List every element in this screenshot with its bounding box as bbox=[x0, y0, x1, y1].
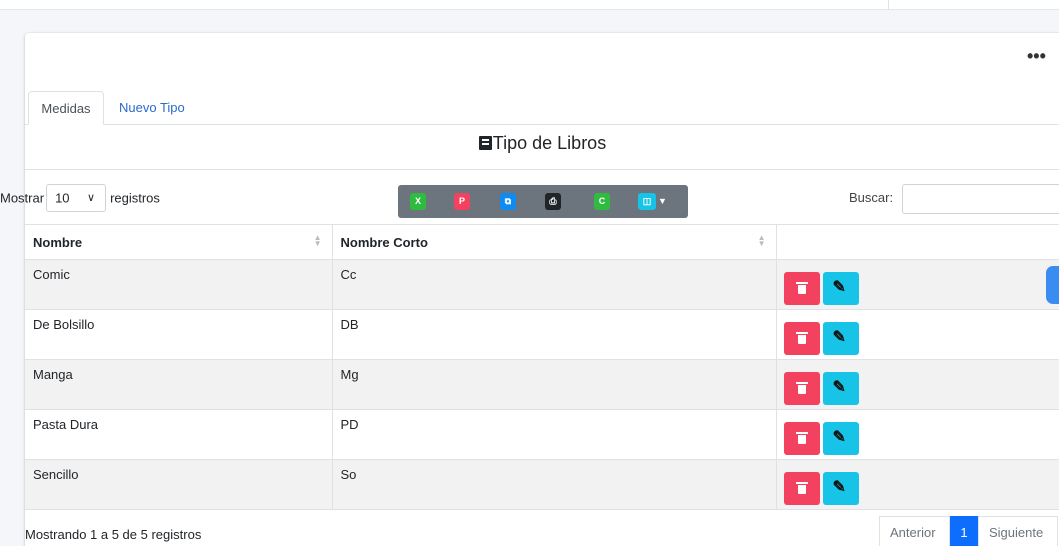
divider bbox=[25, 169, 1059, 170]
search-input[interactable] bbox=[902, 184, 1059, 214]
cell-nombre: De Bolsillo bbox=[25, 309, 332, 360]
trash-icon bbox=[795, 382, 808, 394]
top-navbar bbox=[0, 0, 1059, 10]
delete-button[interactable] bbox=[783, 422, 820, 455]
cell-nombre-corto: Mg bbox=[331, 359, 776, 410]
edit-button[interactable]: ✎ bbox=[822, 322, 859, 355]
floating-settings-tab[interactable] bbox=[1046, 266, 1059, 304]
excel-icon[interactable]: X bbox=[410, 193, 426, 210]
delete-button[interactable] bbox=[783, 372, 820, 405]
table-header-row: Nombre ▲ ▼ Nombre Corto ▲ ▼ bbox=[25, 224, 1059, 260]
print-icon[interactable]: ⎙ bbox=[545, 193, 561, 210]
column-header-nombre[interactable]: Nombre ▲ ▼ bbox=[25, 224, 332, 260]
chevron-down-icon: ∨ bbox=[87, 192, 96, 204]
navbar-divider bbox=[888, 0, 889, 10]
pagination-next[interactable]: Siguiente bbox=[978, 516, 1058, 546]
delete-button[interactable] bbox=[783, 272, 820, 305]
tab-bar: Medidas Nuevo Tipo bbox=[25, 91, 1059, 125]
cell-nombre-corto: PD bbox=[331, 409, 776, 460]
trash-icon bbox=[795, 282, 808, 294]
cell-nombre: Manga bbox=[25, 359, 332, 410]
trash-icon bbox=[795, 432, 808, 444]
tab-medidas[interactable]: Medidas bbox=[28, 91, 104, 125]
cell-nombre-corto: DB bbox=[331, 309, 776, 360]
edit-icon: ✎ bbox=[832, 479, 846, 496]
length-control: Mostrar 10 ∨ registros bbox=[0, 184, 160, 212]
columns-icon[interactable]: ◫ bbox=[638, 193, 656, 210]
cell-nombre-corto: So bbox=[331, 459, 776, 510]
edit-icon: ✎ bbox=[832, 429, 846, 446]
cell-actions: ✎ bbox=[775, 459, 1059, 510]
column-header-nombre-corto[interactable]: Nombre Corto ▲ ▼ bbox=[331, 224, 776, 260]
trash-icon bbox=[795, 332, 808, 344]
column-header-actions bbox=[775, 224, 1059, 260]
cell-actions: ✎ bbox=[775, 309, 1059, 360]
cell-nombre: Comic bbox=[25, 259, 332, 310]
sort-icon: ▲ ▼ bbox=[757, 233, 766, 248]
sort-icon: ▲ ▼ bbox=[313, 233, 322, 248]
cell-nombre: Sencillo bbox=[25, 459, 332, 510]
pagination-prev[interactable]: Anterior bbox=[879, 516, 950, 546]
page-title: Tipo de Libros bbox=[25, 133, 1059, 154]
table-row: Comic Cc ✎ bbox=[25, 259, 1059, 310]
pagination-page-1[interactable]: 1 bbox=[950, 516, 978, 546]
length-select-value: 10 bbox=[55, 190, 70, 206]
table-info: Mostrando 1 a 5 de 5 registros bbox=[25, 527, 202, 542]
cell-nombre-corto: Cc bbox=[331, 259, 776, 310]
delete-button[interactable] bbox=[783, 322, 820, 355]
edit-button[interactable]: ✎ bbox=[822, 472, 859, 505]
tab-nuevo-tipo[interactable]: Nuevo Tipo bbox=[107, 91, 197, 125]
page-title-text: Tipo de Libros bbox=[492, 133, 607, 153]
export-toolbar: X P ⧉ ⎙ C ◫ ▼ bbox=[398, 185, 688, 218]
content-card: ••• Medidas Nuevo Tipo Tipo de Libros Mo… bbox=[0, 33, 1059, 546]
length-select[interactable]: 10 ∨ bbox=[46, 184, 107, 212]
table-row: Manga Mg ✎ bbox=[25, 359, 1059, 410]
pdf-icon[interactable]: P bbox=[454, 193, 470, 210]
length-prefix: Mostrar bbox=[0, 190, 45, 206]
cell-nombre: Pasta Dura bbox=[25, 409, 332, 460]
table-row: De Bolsillo DB ✎ bbox=[25, 309, 1059, 360]
edit-button[interactable]: ✎ bbox=[822, 272, 859, 305]
edit-button[interactable]: ✎ bbox=[822, 372, 859, 405]
cell-actions: ✎ bbox=[775, 409, 1059, 460]
edit-icon: ✎ bbox=[832, 279, 846, 296]
edit-button[interactable]: ✎ bbox=[822, 422, 859, 455]
copy-icon[interactable]: ⧉ bbox=[500, 193, 516, 210]
data-table: Nombre ▲ ▼ Nombre Corto ▲ ▼ Comic Cc ✎ De Bo… bbox=[25, 224, 1059, 510]
table-row: Pasta Dura PD ✎ bbox=[25, 409, 1059, 460]
csv-icon[interactable]: C bbox=[594, 193, 610, 210]
book-icon bbox=[478, 136, 492, 150]
delete-button[interactable] bbox=[783, 472, 820, 505]
cell-actions: ✎ bbox=[775, 359, 1059, 410]
ellipsis-icon[interactable]: ••• bbox=[1027, 47, 1046, 65]
table-row: Sencillo So ✎ bbox=[25, 459, 1059, 510]
caret-down-icon[interactable]: ▼ bbox=[658, 196, 667, 206]
edit-icon: ✎ bbox=[832, 329, 846, 346]
search-label: Buscar: bbox=[849, 190, 894, 205]
edit-icon: ✎ bbox=[832, 379, 846, 396]
length-suffix: registros bbox=[110, 190, 160, 206]
trash-icon bbox=[795, 482, 808, 494]
cell-actions: ✎ bbox=[775, 259, 1059, 310]
